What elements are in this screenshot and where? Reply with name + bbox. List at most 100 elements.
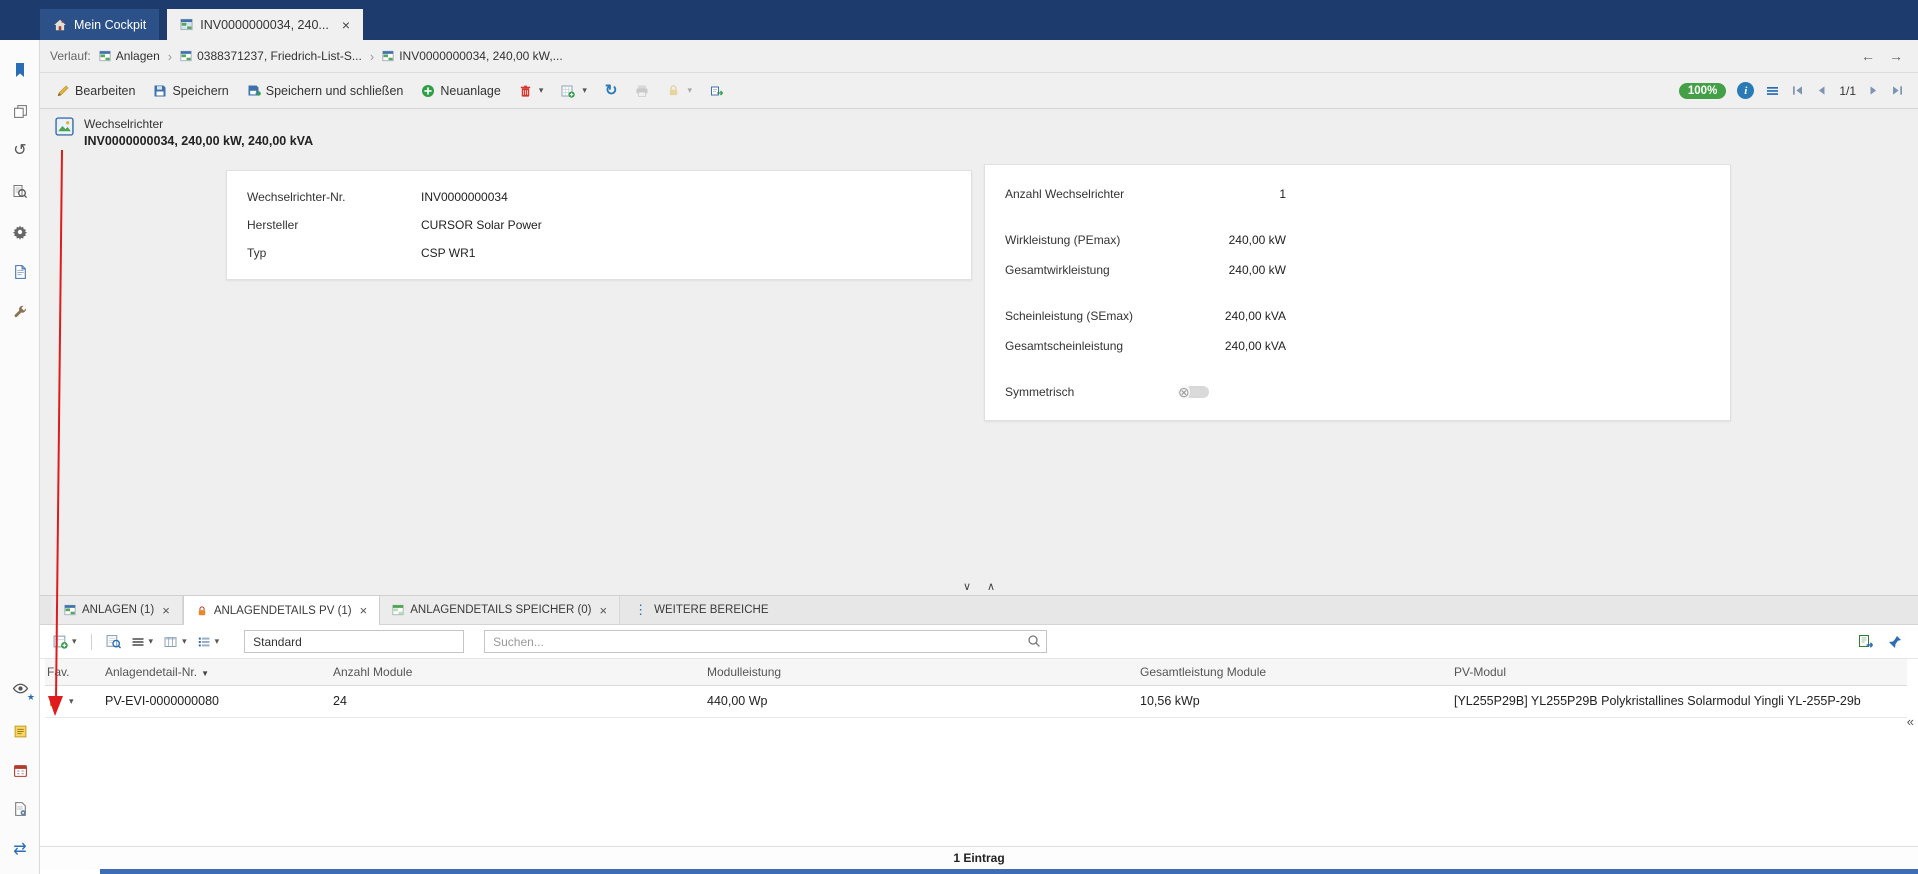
new-record-button[interactable]: Neuanlage: [413, 80, 508, 102]
toggle-off-x-icon: ⊗: [1178, 384, 1190, 400]
watch-eye-icon[interactable]: ★: [7, 675, 35, 702]
inverter-record-icon: [55, 117, 74, 136]
field-value[interactable]: 1: [1221, 187, 1286, 201]
field-value[interactable]: CSP WR1: [421, 246, 475, 260]
calendar-icon[interactable]: [7, 757, 33, 783]
info-icon[interactable]: i: [1737, 82, 1755, 99]
breadcrumb-inv0000000034[interactable]: INV0000000034, 240,00 kW,...: [382, 49, 563, 63]
table-search-button[interactable]: [103, 632, 124, 651]
collapse-panel-icon[interactable]: «: [1907, 714, 1914, 729]
main-area: ↺ ★ ⇄ Verlauf: Anlagen › 0388371237, Fri…: [0, 40, 1918, 874]
settings-gear-icon[interactable]: [7, 219, 33, 245]
columns-icon: [163, 635, 178, 649]
field-value[interactable]: 240,00 kW: [1221, 233, 1286, 247]
page-indicator: 1/1: [1839, 83, 1856, 98]
caret-down-icon: ▾: [687, 85, 692, 95]
delete-button[interactable]: ▾: [511, 80, 552, 102]
tab-record-inv0000000034[interactable]: INV0000000034, 240... ×: [167, 9, 364, 40]
close-tab-icon[interactable]: ×: [360, 604, 368, 617]
tools-wrench-icon[interactable]: [7, 299, 33, 325]
column-header-pv-modul[interactable]: PV-Modul: [1452, 659, 1907, 686]
row-actions-caret-icon[interactable]: ▾: [69, 696, 74, 706]
bookmark-icon[interactable]: [7, 57, 33, 83]
lock-icon: [667, 84, 680, 97]
menu-icon[interactable]: [1765, 84, 1780, 98]
field-value[interactable]: INV0000000034: [421, 190, 508, 204]
document-icon[interactable]: [7, 259, 33, 285]
grid-add-button[interactable]: ▾: [50, 632, 80, 651]
list-layout-button[interactable]: ▾: [194, 633, 223, 651]
duplicate-record-button[interactable]: ▾: [553, 80, 595, 102]
export-icon[interactable]: [1858, 634, 1874, 649]
field-label: Typ: [247, 246, 267, 260]
close-tab-icon[interactable]: ×: [162, 604, 170, 617]
column-header-anzahl-module[interactable]: Anzahl Module: [331, 659, 705, 686]
last-page-icon[interactable]: [1891, 84, 1904, 97]
field-value[interactable]: CURSOR Solar Power: [421, 218, 542, 232]
close-tab-icon[interactable]: ×: [600, 604, 608, 617]
tab-anlagen[interactable]: ANLAGEN (1) ×: [52, 596, 183, 624]
field-label: Wirkleistung (PEmax): [1005, 233, 1121, 247]
tab-anlagendetails-speicher[interactable]: ANLAGENDETAILS SPEICHER (0) ×: [380, 596, 621, 624]
field-label: Anzahl Wechselrichter: [1005, 187, 1125, 201]
print-button[interactable]: [627, 80, 657, 102]
breadcrumb-anlage-0388371237[interactable]: 0388371237, Friedrich-List-S...: [180, 49, 362, 63]
sync-icon[interactable]: ⇄: [7, 837, 33, 863]
column-header-anlagendetail-nr[interactable]: Anlagendetail-Nr. ▼: [103, 659, 331, 686]
record-transfer-button[interactable]: [702, 80, 732, 102]
field-value[interactable]: 240,00 kVA: [1221, 339, 1286, 353]
field-row: Gesamtscheinleistung 240,00 kVA: [1005, 331, 1710, 361]
view-selector-input[interactable]: [244, 630, 465, 653]
field-label: Symmetrisch: [1005, 385, 1075, 399]
document-settings-icon[interactable]: [7, 796, 33, 822]
printer-icon: [635, 84, 649, 98]
column-header-modulleistung[interactable]: Modulleistung: [705, 659, 1138, 686]
save-close-icon: [247, 84, 261, 98]
grid-row[interactable]: ▾ PV-EVI-0000000080 24 440,00 Wp 10,56 k…: [45, 685, 1907, 718]
record-count: 1 Eintrag: [953, 851, 1005, 865]
search-icon[interactable]: [1027, 634, 1041, 648]
tab-mein-cockpit[interactable]: Mein Cockpit: [40, 9, 160, 40]
close-tab-icon[interactable]: ×: [342, 18, 350, 32]
breadcrumb-anlagen[interactable]: Anlagen: [99, 49, 160, 63]
grid-header-row: Fav. Anlagendetail-Nr. ▼ Anzahl Module Mo…: [45, 659, 1907, 686]
green-sheet-icon: [392, 604, 404, 616]
view-menu-button[interactable]: ▾: [128, 633, 157, 651]
next-page-icon[interactable]: [1867, 84, 1880, 97]
field-row: Scheinleistung (SEmax) 240,00 kVA: [1005, 301, 1710, 331]
history-icon[interactable]: ↺: [7, 138, 33, 164]
subarea-panel: ANLAGEN (1) × ANLAGENDETAILS PV (1) × AN…: [40, 595, 1918, 874]
edit-button[interactable]: Bearbeiten: [48, 80, 143, 102]
field-value[interactable]: 240,00 kW: [1221, 263, 1286, 277]
tab-anlagendetails-pv[interactable]: ANLAGENDETAILS PV (1) ×: [182, 596, 381, 625]
previous-page-icon[interactable]: [1815, 84, 1828, 97]
columns-button[interactable]: ▾: [160, 633, 190, 651]
refresh-button[interactable]: ↻: [597, 79, 626, 102]
field-label: Hersteller: [247, 218, 299, 232]
collapse-details-icon[interactable]: ∨: [963, 581, 971, 593]
search-records-icon[interactable]: [7, 179, 33, 205]
zoom-badge[interactable]: 100%: [1678, 82, 1727, 99]
more-areas-button[interactable]: ⋮ WEITERE BEREICHE: [620, 596, 782, 624]
history-forward-icon[interactable]: →: [1886, 48, 1906, 64]
column-header-fav[interactable]: Fav.: [45, 659, 103, 686]
symmetrisch-toggle[interactable]: ⊗: [1178, 385, 1209, 399]
search-input[interactable]: [484, 630, 1048, 653]
copy-pages-icon[interactable]: [7, 98, 33, 124]
row-lock-icon: [47, 695, 60, 708]
pin-icon[interactable]: [1888, 635, 1902, 649]
record-sheet-icon: [180, 18, 193, 31]
field-value[interactable]: 240,00 kVA: [1221, 309, 1286, 323]
cell-gesamtleistung-module: 10,56 kWp: [1138, 685, 1452, 718]
history-back-icon[interactable]: ←: [1858, 48, 1878, 64]
list-layout-icon: [197, 635, 211, 649]
toggle-row: Symmetrisch ⊗: [1005, 377, 1710, 407]
notes-icon[interactable]: [7, 718, 33, 744]
field-label: Gesamtwirkleistung: [1005, 263, 1110, 277]
column-header-gesamtleistung-module[interactable]: Gesamtleistung Module: [1138, 659, 1452, 686]
save-and-close-button[interactable]: Speichern und schließen: [239, 80, 412, 102]
expand-details-icon[interactable]: ∧: [987, 581, 995, 593]
lock-record-button[interactable]: ▾: [659, 80, 700, 101]
first-page-icon[interactable]: [1791, 84, 1804, 97]
save-button[interactable]: Speichern: [145, 80, 236, 102]
